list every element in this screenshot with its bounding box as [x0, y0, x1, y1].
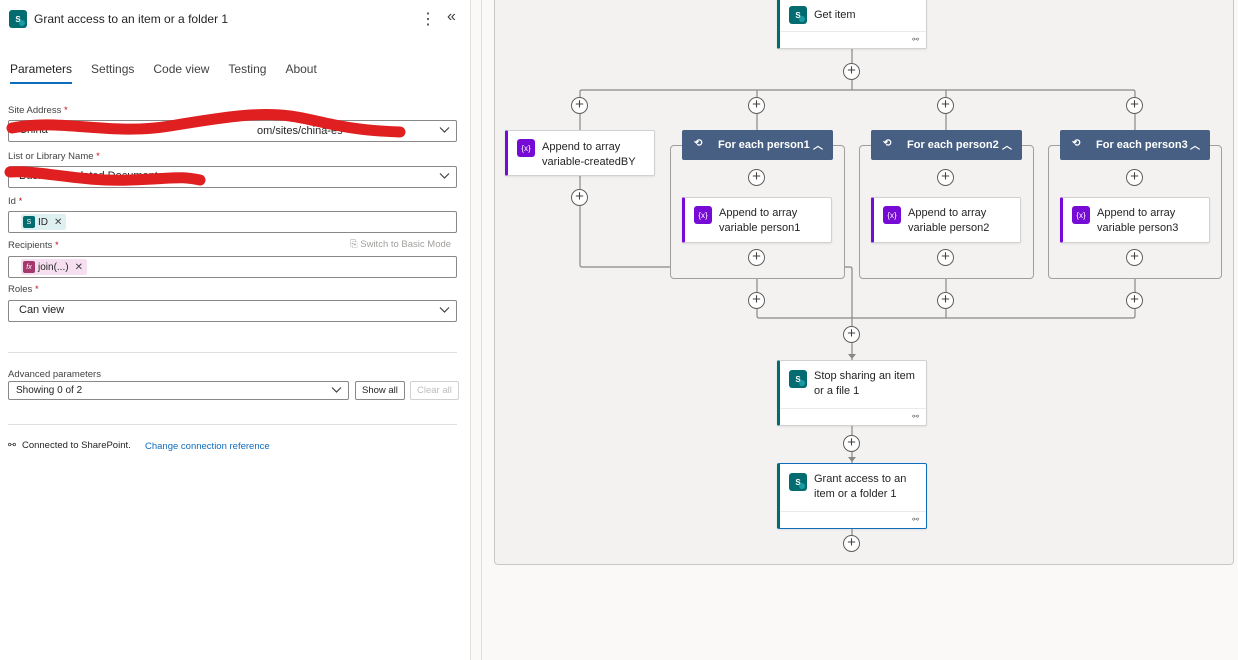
append-createdby-card[interactable]: {x} Append to array variable-createdBY: [505, 130, 655, 176]
append-person1-card[interactable]: {x} Append to array variable person1: [682, 197, 832, 243]
for-each-person3-header[interactable]: ⟲ For each person3 ︿: [1060, 130, 1210, 160]
card-footer: ⚯: [780, 31, 926, 48]
add-action-button[interactable]: +: [571, 97, 588, 114]
add-action-button[interactable]: +: [1126, 292, 1143, 309]
add-action-button[interactable]: +: [843, 435, 860, 452]
add-action-button[interactable]: +: [748, 249, 765, 266]
connection-link-icon: ⚯: [912, 412, 919, 421]
add-action-button[interactable]: +: [843, 535, 860, 552]
add-action-button[interactable]: +: [748, 292, 765, 309]
variable-icon: {x}: [883, 206, 901, 224]
add-action-button[interactable]: +: [843, 326, 860, 343]
add-action-button[interactable]: +: [1126, 169, 1143, 186]
add-action-button[interactable]: +: [1126, 249, 1143, 266]
sharepoint-icon: S: [789, 370, 807, 388]
loop-icon: ⟲: [883, 138, 892, 149]
add-action-button[interactable]: +: [748, 169, 765, 186]
add-action-button[interactable]: +: [937, 292, 954, 309]
for-each-person2-header[interactable]: ⟲ For each person2 ︿: [871, 130, 1022, 160]
chevron-up-icon[interactable]: ︿: [813, 137, 823, 152]
card-footer: ⚯: [780, 511, 926, 528]
sharepoint-icon: S: [789, 6, 807, 24]
add-action-button[interactable]: +: [748, 97, 765, 114]
stop-sharing-card[interactable]: S Stop sharing an item or a file 1 ⚯: [777, 360, 927, 426]
add-action-button[interactable]: +: [571, 189, 588, 206]
add-action-button[interactable]: +: [937, 169, 954, 186]
connection-link-icon: ⚯: [912, 35, 919, 44]
append-person2-card[interactable]: {x} Append to array variable person2: [871, 197, 1021, 243]
add-action-button[interactable]: +: [1126, 97, 1143, 114]
append-person3-card[interactable]: {x} Append to array variable person3: [1060, 197, 1210, 243]
loop-icon: ⟲: [694, 138, 703, 149]
card-title: Get item: [814, 9, 856, 21]
get-item-card[interactable]: S Get item ⚯: [777, 0, 927, 49]
card-title: Grant access to an item or a folder 1: [814, 473, 907, 500]
add-action-button[interactable]: +: [843, 63, 860, 80]
card-title: Append to array variable person2: [908, 207, 990, 234]
loop-title: For each person3: [1096, 139, 1188, 151]
card-title: Append to array variable person3: [1097, 207, 1179, 234]
variable-icon: {x}: [517, 139, 535, 157]
chevron-up-icon[interactable]: ︿: [1002, 137, 1012, 152]
loop-title: For each person2: [907, 139, 999, 151]
for-each-person1-header[interactable]: ⟲ For each person1 ︿: [682, 130, 833, 160]
chevron-up-icon[interactable]: ︿: [1190, 137, 1200, 152]
card-title: Stop sharing an item or a file 1: [814, 370, 915, 397]
variable-icon: {x}: [1072, 206, 1090, 224]
card-footer: ⚯: [780, 408, 926, 425]
card-title: Append to array variable-createdBY: [542, 141, 636, 168]
card-title: Append to array variable person1: [719, 207, 801, 234]
loop-title: For each person1: [718, 139, 810, 151]
grant-access-card[interactable]: S Grant access to an item or a folder 1 …: [777, 463, 927, 529]
connector-lines: [579, 48, 1136, 536]
variable-icon: {x}: [694, 206, 712, 224]
sharepoint-icon: S: [789, 473, 807, 491]
add-action-button[interactable]: +: [937, 97, 954, 114]
add-action-button[interactable]: +: [937, 249, 954, 266]
loop-icon: ⟲: [1072, 138, 1081, 149]
connection-link-icon: ⚯: [912, 515, 919, 524]
